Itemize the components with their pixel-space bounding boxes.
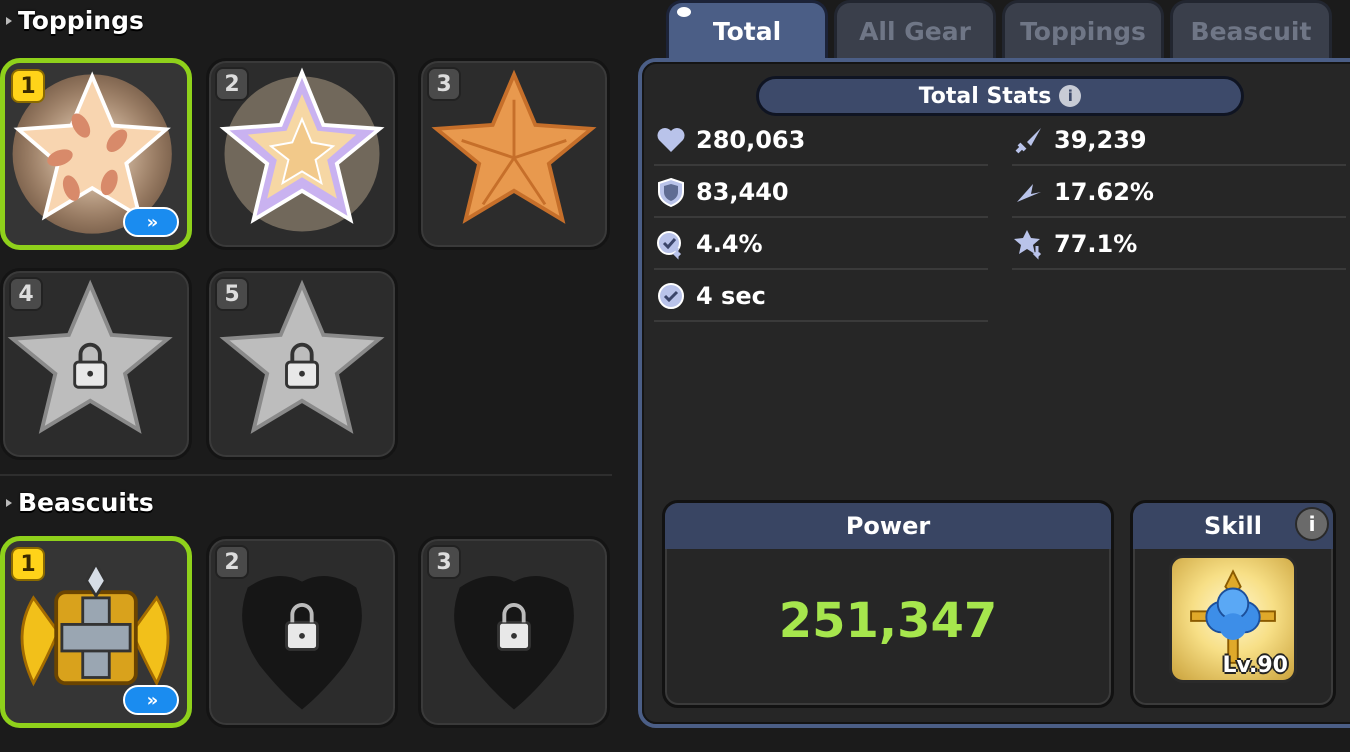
section-divider <box>0 474 612 476</box>
topping-slot-3[interactable]: 3 <box>418 58 610 250</box>
double-chevron-icon: » <box>146 211 159 233</box>
slot-number-badge: 5 <box>215 277 249 311</box>
beascuits-section-title: Beascuits <box>6 488 154 517</box>
stat-crit: 17.62% <box>1012 168 1346 218</box>
slot-number-badge: 1 <box>11 69 45 103</box>
beascuit-slot-1[interactable]: 1 » <box>0 536 192 728</box>
clock-icon <box>654 279 688 313</box>
toppings-section-title: Toppings <box>6 6 144 35</box>
beascuit-slot-2[interactable]: 2 <box>206 536 398 728</box>
heart-icon <box>654 123 688 157</box>
slot-number-badge: 2 <box>215 545 249 579</box>
topping-slot-4[interactable]: 4 <box>0 268 192 460</box>
sword-icon <box>1012 123 1046 157</box>
stat-hp: 280,063 <box>654 116 988 166</box>
upgrade-button[interactable]: » <box>123 685 179 715</box>
slot-number-badge: 3 <box>427 545 461 579</box>
slot-number-badge: 3 <box>427 67 461 101</box>
stat-duration: 4 sec <box>654 272 988 322</box>
power-label: Power <box>665 503 1111 549</box>
info-icon[interactable]: i <box>1059 85 1082 107</box>
crit-icon <box>1012 175 1046 209</box>
power-value: 251,347 <box>778 593 998 649</box>
slot-number-badge: 4 <box>9 277 43 311</box>
debuff-resist-icon <box>1012 227 1046 261</box>
slot-number-badge: 1 <box>11 547 45 581</box>
power-box: Power 251,347 <box>662 500 1114 708</box>
tab-total[interactable]: Total <box>666 0 828 60</box>
stat-defense: 83,440 <box>654 168 988 218</box>
stat-cooldown: 4.4% <box>654 220 988 270</box>
total-stats-header[interactable]: Total Stats i <box>756 76 1244 116</box>
shield-icon <box>654 175 688 209</box>
skill-icon[interactable]: Lv.90 <box>1169 555 1297 683</box>
topping-slot-1[interactable]: 1 » <box>0 58 192 250</box>
topping-slot-2[interactable]: 2 <box>206 58 398 250</box>
stat-debuff-resist: 77.1% <box>1012 220 1346 270</box>
skill-box: Skill Lv.90 i <box>1130 500 1336 708</box>
tab-toppings[interactable]: Toppings <box>1002 0 1164 60</box>
tab-all-gear[interactable]: All Gear <box>834 0 996 60</box>
beascuit-slot-3[interactable]: 3 <box>418 536 610 728</box>
info-icon[interactable]: i <box>1295 507 1329 541</box>
cooldown-icon <box>654 227 688 261</box>
upgrade-button[interactable]: » <box>123 207 179 237</box>
tab-beascuit[interactable]: Beascuit <box>1170 0 1332 60</box>
skill-level: Lv.90 <box>1222 653 1288 678</box>
stat-attack: 39,239 <box>1012 116 1346 166</box>
slot-number-badge: 2 <box>215 67 249 101</box>
topping-slot-5[interactable]: 5 <box>206 268 398 460</box>
double-chevron-icon: » <box>146 689 159 711</box>
